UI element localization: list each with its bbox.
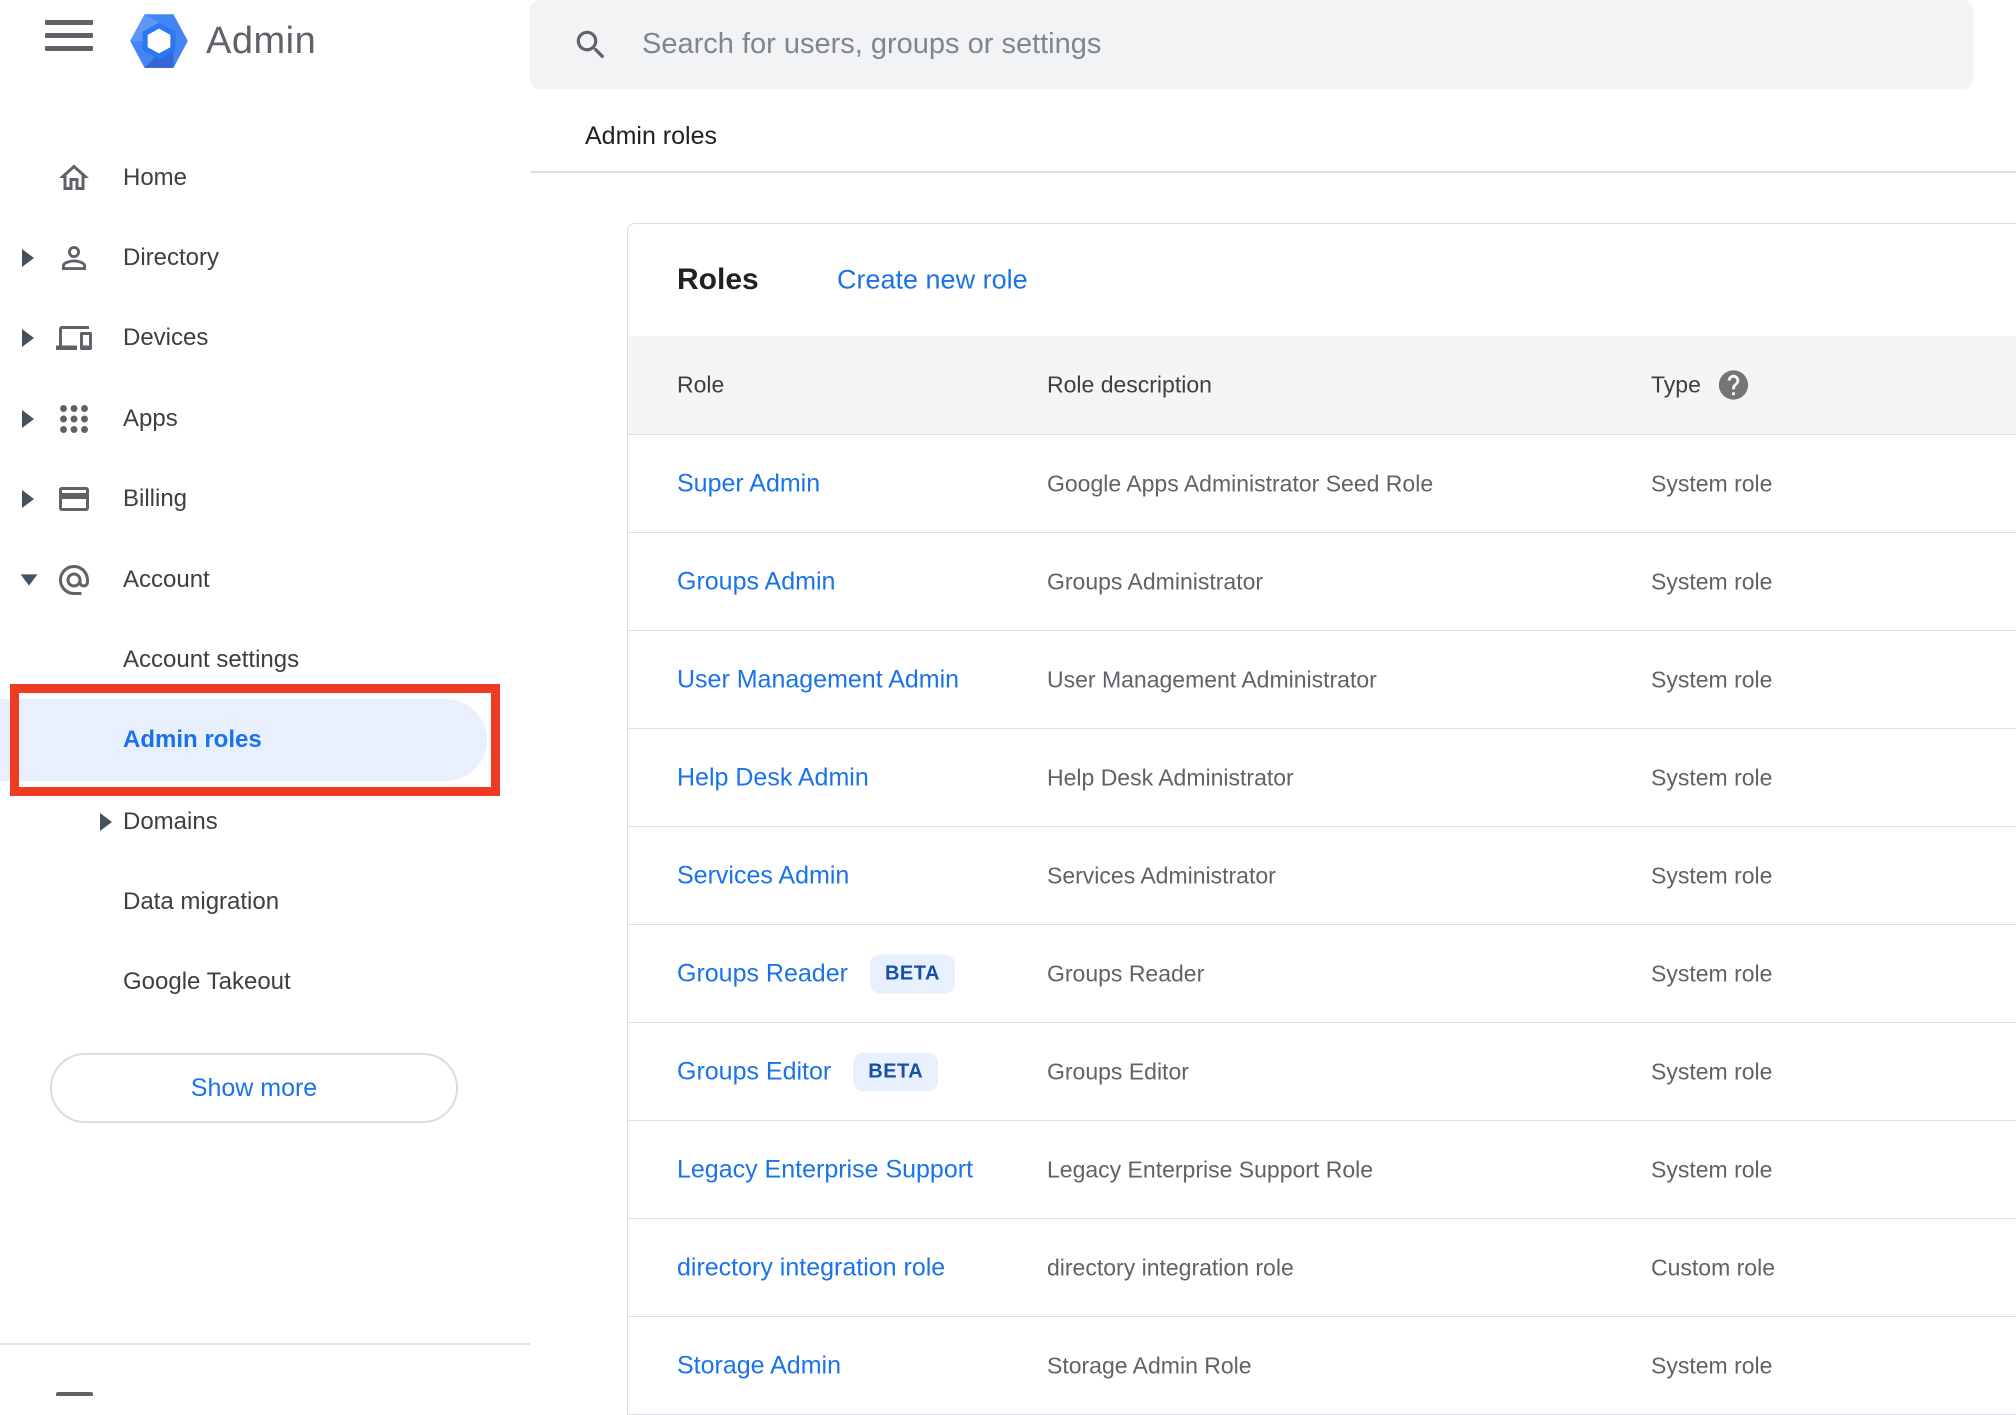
card-header: Roles Create new role <box>628 224 2016 336</box>
role-description: Services Administrator <box>1047 862 1276 888</box>
table-row: directory integration role directory int… <box>628 1218 2016 1316</box>
sidebar-item-google-takeout[interactable]: Google Takeout <box>0 942 530 1022</box>
sidebar-item-home[interactable]: Home <box>0 138 530 218</box>
table-row: User Management Admin User Management Ad… <box>628 630 2016 728</box>
column-header-role: Role <box>677 371 725 398</box>
sidebar-item-label: Domains <box>123 808 218 835</box>
table-row: Services Admin Services Administrator Sy… <box>628 826 2016 924</box>
sidebar-item-account[interactable]: Account <box>0 540 530 620</box>
role-link[interactable]: Groups Editor <box>677 1057 831 1086</box>
at-sign-icon <box>59 565 89 595</box>
sidebar-item-label: Directory <box>123 244 220 271</box>
chevron-right-icon[interactable] <box>20 329 36 347</box>
search-bar[interactable] <box>530 0 1973 89</box>
role-type: System role <box>1651 862 1773 888</box>
role-link[interactable]: Groups Admin <box>677 567 835 596</box>
credit-card-icon <box>59 487 89 511</box>
role-type: System role <box>1651 764 1773 790</box>
sidebar-divider <box>0 1343 530 1345</box>
table-row: Storage Admin Storage Admin Role System … <box>628 1316 2016 1414</box>
sidebar-item-label: Devices <box>123 324 209 351</box>
search-icon <box>576 30 605 58</box>
sidebar-item-label: Apps <box>123 405 178 432</box>
annotation-box <box>10 684 500 796</box>
role-type: System role <box>1651 1352 1773 1378</box>
role-link[interactable]: Legacy Enterprise Support <box>677 1155 973 1184</box>
show-more-button[interactable]: Show more <box>50 1053 458 1123</box>
sidebar-item-billing[interactable]: Billing <box>0 459 530 539</box>
roles-card: Roles Create new role Role Role descript… <box>627 223 2016 1415</box>
role-type: System role <box>1651 1058 1773 1084</box>
role-link[interactable]: Services Admin <box>677 861 849 890</box>
help-icon[interactable] <box>1716 368 1751 403</box>
role-link[interactable]: directory integration role <box>677 1253 945 1282</box>
sidebar-item-label: Home <box>123 164 188 191</box>
table-row: Groups Editor BETA Groups Editor System … <box>628 1022 2016 1120</box>
role-description: Groups Editor <box>1047 1058 1189 1084</box>
table-row: Help Desk Admin Help Desk Administrator … <box>628 728 2016 826</box>
sidebar-item-devices[interactable]: Devices <box>0 298 530 378</box>
sidebar: Admin Home Directory Devices Apps Billin… <box>0 0 530 1396</box>
role-type: System role <box>1651 470 1773 496</box>
role-link[interactable]: Groups Reader <box>677 959 848 988</box>
role-type: System role <box>1651 960 1773 986</box>
role-link[interactable]: Super Admin <box>677 469 820 498</box>
role-link[interactable]: Storage Admin <box>677 1351 841 1380</box>
role-type: System role <box>1651 666 1773 692</box>
table-row: Groups Admin Groups Administrator System… <box>628 532 2016 630</box>
role-type: System role <box>1651 1156 1773 1182</box>
table-header-row: Role Role description Type <box>628 336 2016 434</box>
sidebar-item-data-migration[interactable]: Data migration <box>0 862 530 942</box>
app-title: Admin <box>206 19 317 62</box>
role-type: System role <box>1651 568 1773 594</box>
column-header-description: Role description <box>1047 371 1212 398</box>
column-header-type: Type <box>1651 371 1701 398</box>
home-icon <box>59 164 89 190</box>
sidebar-item-directory[interactable]: Directory <box>0 218 530 298</box>
chevron-right-icon[interactable] <box>98 813 114 831</box>
chevron-right-icon[interactable] <box>20 490 36 508</box>
table-row: Legacy Enterprise Support Legacy Enterpr… <box>628 1120 2016 1218</box>
table-row: Super Admin Google Apps Administrator Se… <box>628 434 2016 532</box>
role-description: Legacy Enterprise Support Role <box>1047 1156 1374 1182</box>
table-row: Groups Reader BETA Groups Reader System … <box>628 924 2016 1022</box>
search-input[interactable] <box>642 28 1973 61</box>
beta-badge: BETA <box>869 954 955 993</box>
role-link[interactable]: User Management Admin <box>677 665 959 694</box>
header-divider <box>530 171 2016 173</box>
role-description: Groups Administrator <box>1047 568 1264 594</box>
sidebar-item-apps[interactable]: Apps <box>0 379 530 459</box>
role-type: Custom role <box>1651 1254 1775 1280</box>
partial-bottom-icon <box>56 1392 93 1396</box>
app-brand: Admin <box>128 8 316 74</box>
person-icon <box>62 246 86 270</box>
role-description: directory integration role <box>1047 1254 1294 1280</box>
sidebar-item-domains[interactable]: Domains <box>0 782 530 862</box>
sidebar-item-label: Billing <box>123 485 188 512</box>
menu-icon[interactable] <box>45 20 93 62</box>
roles-table-body: Super Admin Google Apps Administrator Se… <box>628 434 2016 1414</box>
card-title: Roles <box>677 263 759 296</box>
create-new-role-link[interactable]: Create new role <box>837 265 1028 296</box>
chevron-down-icon[interactable] <box>20 573 38 587</box>
role-description: Google Apps Administrator Seed Role <box>1047 470 1434 496</box>
beta-badge: BETA <box>853 1052 939 1091</box>
role-description: Groups Reader <box>1047 960 1205 986</box>
role-link[interactable]: Help Desk Admin <box>677 763 869 792</box>
sidebar-item-label: Google Takeout <box>123 968 291 995</box>
apps-grid-icon <box>60 405 88 433</box>
role-description: Help Desk Administrator <box>1047 764 1294 790</box>
chevron-right-icon[interactable] <box>20 249 36 267</box>
role-description: User Management Administrator <box>1047 666 1377 692</box>
chevron-right-icon[interactable] <box>20 410 36 428</box>
breadcrumb: Admin roles <box>585 122 717 150</box>
sidebar-item-label: Account settings <box>123 646 300 673</box>
devices-icon <box>56 326 92 350</box>
role-description: Storage Admin Role <box>1047 1352 1252 1378</box>
sidebar-item-label: Account <box>123 566 210 593</box>
admin-logo-icon <box>130 14 188 68</box>
sidebar-item-label: Data migration <box>123 888 280 915</box>
